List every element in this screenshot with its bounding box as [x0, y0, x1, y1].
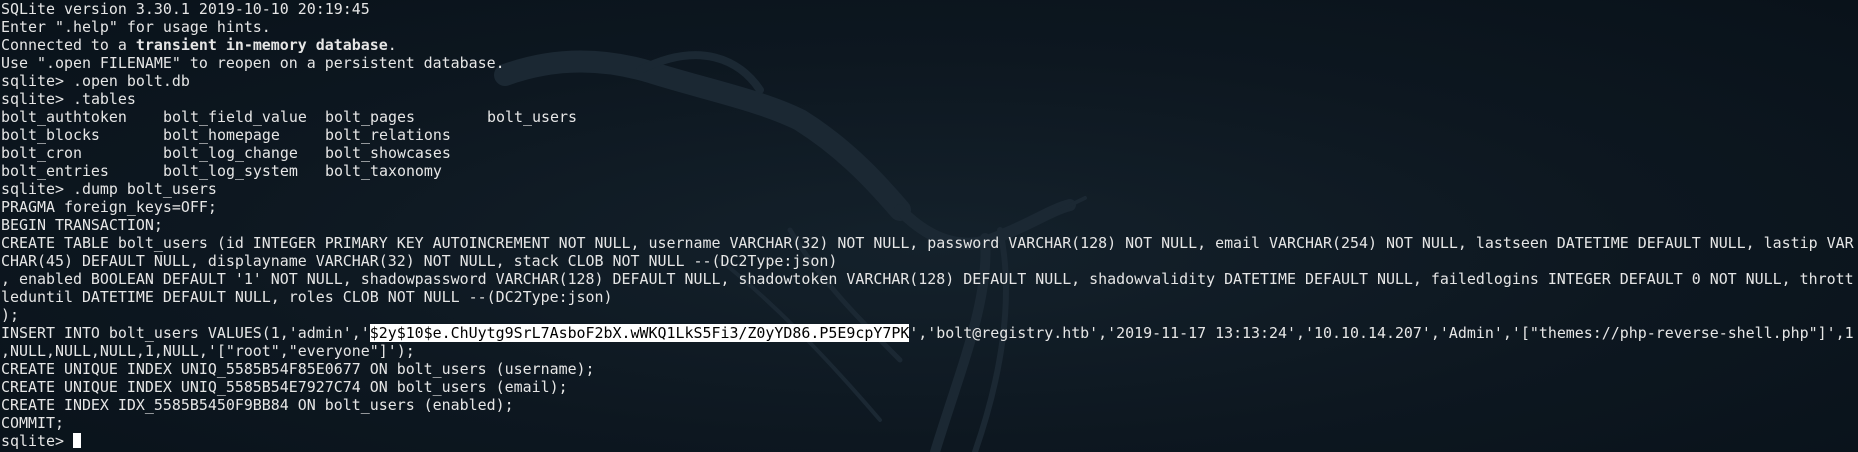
table-name: bolt_pages [325, 108, 415, 126]
help-hint-line: Enter ".help" for usage hints. [1, 18, 271, 36]
dump-create-table-line: leduntil DATETIME DEFAULT NULL, roles CL… [1, 288, 613, 306]
table-name: bolt_showcases [325, 144, 451, 162]
command-text: .tables [72, 90, 136, 108]
dump-create-table-line: , enabled BOOLEAN DEFAULT '1' NOT NULL, … [1, 270, 1854, 288]
reopen-hint-line: Use ".open FILENAME" to reopen on a pers… [1, 54, 505, 72]
dump-insert-line: ,NULL,NULL,NULL,1,NULL,'["root","everyon… [1, 342, 415, 360]
text-cursor[interactable] [72, 433, 81, 448]
dump-index-line: CREATE UNIQUE INDEX UNIQ_5585B54E7927C74… [1, 378, 568, 396]
command-line-tables: sqlite> .tables [1, 90, 1857, 108]
table-name: bolt_log_system [163, 162, 298, 180]
dump-create-table-line: CHAR(45) DEFAULT NULL, displayname VARCH… [1, 252, 838, 270]
dump-index-line: CREATE UNIQUE INDEX UNIQ_5585B54F85E0677… [1, 360, 595, 378]
dump-begin-line: BEGIN TRANSACTION; [1, 216, 163, 234]
table-name: bolt_blocks [1, 126, 100, 144]
tables-row: bolt_cron bolt_log_change bolt_showcases [1, 144, 1857, 162]
tables-row: bolt_entries bolt_log_system bolt_taxonomy [1, 162, 1857, 180]
table-name: bolt_field_value [163, 108, 307, 126]
terminal-output: SQLite version 3.30.1 2019-10-10 20:19:4… [1, 0, 1857, 450]
connected-line: Connected to a transient in-memory datab… [1, 36, 1857, 54]
dump-create-table-end: ); [1, 306, 19, 324]
prompt: sqlite> [1, 90, 73, 108]
tables-row: bolt_authtoken bolt_field_value bolt_pages… [1, 108, 1857, 126]
prompt: sqlite> [1, 432, 73, 450]
command-text: .dump bolt_users [72, 180, 217, 198]
dump-create-table-line: CREATE TABLE bolt_users (id INTEGER PRIM… [1, 234, 1854, 252]
table-name: bolt_taxonomy [325, 162, 442, 180]
dump-insert-line: INSERT INTO bolt_users VALUES(1,'admin',… [1, 324, 1857, 342]
dump-pragma-line: PRAGMA foreign_keys=OFF; [1, 198, 217, 216]
insert-prefix: INSERT INTO bolt_users VALUES(1,'admin',… [1, 324, 370, 342]
terminal-window[interactable]: SQLite version 3.30.1 2019-10-10 20:19:4… [0, 0, 1858, 452]
table-name: bolt_cron [1, 144, 82, 162]
table-name: bolt_users [487, 108, 577, 126]
dump-commit-line: COMMIT; [1, 414, 64, 432]
table-name: bolt_entries [1, 162, 109, 180]
tables-row: bolt_blocks bolt_homepage bolt_relations [1, 126, 1857, 144]
prompt: sqlite> [1, 180, 73, 198]
table-name: bolt_relations [325, 126, 451, 144]
command-line-dump: sqlite> .dump bolt_users [1, 180, 1857, 198]
active-prompt-line[interactable]: sqlite> [1, 432, 1857, 450]
table-name: bolt_log_change [163, 144, 298, 162]
connected-suffix: . [387, 36, 397, 54]
dump-index-line: CREATE INDEX IDX_5585B5450F9BB84 ON bolt… [1, 396, 514, 414]
command-text: .open bolt.db [72, 72, 190, 90]
sqlite-version-line: SQLite version 3.30.1 2019-10-10 20:19:4… [1, 0, 370, 18]
command-line-open: sqlite> .open bolt.db [1, 72, 1857, 90]
connected-prefix: Connected to a [1, 36, 136, 54]
insert-suffix: ','bolt@registry.htb','2019-11-17 13:13:… [909, 324, 1854, 342]
connected-db-type: transient in-memory database [135, 36, 388, 54]
prompt: sqlite> [1, 72, 73, 90]
selected-password-hash[interactable]: $2y$10$e.ChUytg9SrL7AsboF2bX.wWKQ1LkS5Fi… [369, 324, 910, 342]
table-name: bolt_authtoken [1, 108, 127, 126]
table-name: bolt_homepage [163, 126, 280, 144]
